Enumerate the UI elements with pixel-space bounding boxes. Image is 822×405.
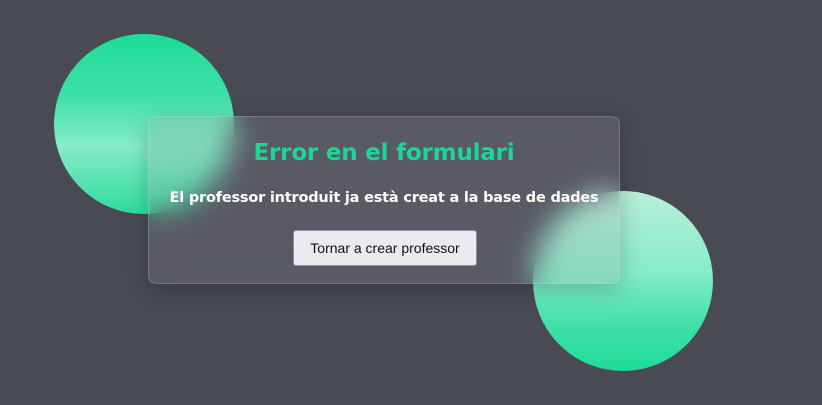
error-message: El professor introduit ja està creat a l… [169, 190, 599, 206]
error-card: Error en el formulari El professor intro… [148, 116, 620, 284]
error-page: Error en el formulari El professor intro… [0, 0, 822, 405]
retry-create-professor-button[interactable]: Tornar a crear professor [293, 230, 477, 266]
error-title: Error en el formulari [253, 140, 515, 166]
